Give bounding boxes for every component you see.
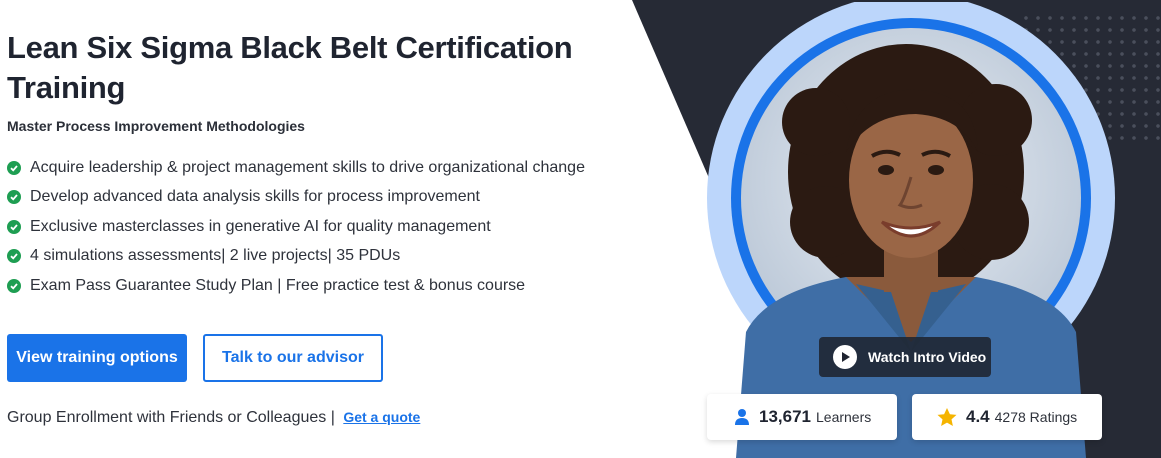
talk-to-advisor-button[interactable]: Talk to our advisor: [203, 334, 383, 382]
hero-content: Lean Six Sigma Black Belt Certification …: [0, 0, 640, 458]
rating-value: 4.4: [966, 407, 990, 426]
user-icon: [734, 408, 750, 426]
feature-item: Exam Pass Guarantee Study Plan | Free pr…: [7, 271, 585, 301]
feature-item: 4 simulations assessments| 2 live projec…: [7, 242, 585, 272]
check-circle-icon: [7, 278, 21, 293]
check-circle-icon: [7, 249, 21, 264]
check-circle-icon: [7, 219, 21, 234]
ratings-stat: 4.4 4278 Ratings: [912, 394, 1102, 440]
view-training-options-button[interactable]: View training options: [7, 334, 187, 382]
learners-label: Learners: [816, 409, 872, 425]
star-icon: [937, 407, 957, 427]
feature-text: Exam Pass Guarantee Study Plan | Free pr…: [30, 276, 526, 294]
play-icon: [833, 345, 857, 369]
feature-item: Develop advanced data analysis skills fo…: [7, 183, 585, 213]
dot-pattern: [1020, 12, 1160, 142]
feature-item: Acquire leadership & project management …: [7, 153, 585, 183]
page-subtitle: Master Process Improvement Methodologies: [7, 118, 305, 134]
check-circle-icon: [7, 190, 21, 205]
instructor-portrait: [707, 2, 1115, 458]
learners-stat: 13,671 Learners: [707, 394, 897, 440]
feature-text: 4 simulations assessments| 2 live projec…: [30, 247, 401, 265]
watch-video-label: Watch Intro Video: [868, 349, 987, 365]
feature-text: Exclusive masterclasses in generative AI…: [30, 217, 491, 235]
group-enrollment-text: Group Enrollment with Friends or Colleag…: [7, 409, 335, 426]
watch-intro-video-button[interactable]: Watch Intro Video: [819, 337, 991, 377]
check-circle-icon: [7, 160, 21, 175]
feature-list: Acquire leadership & project management …: [7, 153, 585, 301]
group-enrollment: Group Enrollment with Friends or Colleag…: [7, 409, 420, 427]
get-a-quote-link[interactable]: Get a quote: [343, 409, 420, 425]
feature-text: Develop advanced data analysis skills fo…: [30, 188, 480, 206]
ratings-label: 4278 Ratings: [994, 409, 1078, 425]
learners-count: 13,671: [759, 407, 811, 426]
feature-item: Exclusive masterclasses in generative AI…: [7, 212, 585, 242]
feature-text: Acquire leadership & project management …: [30, 158, 585, 176]
page-title: Lean Six Sigma Black Belt Certification …: [7, 30, 573, 105]
